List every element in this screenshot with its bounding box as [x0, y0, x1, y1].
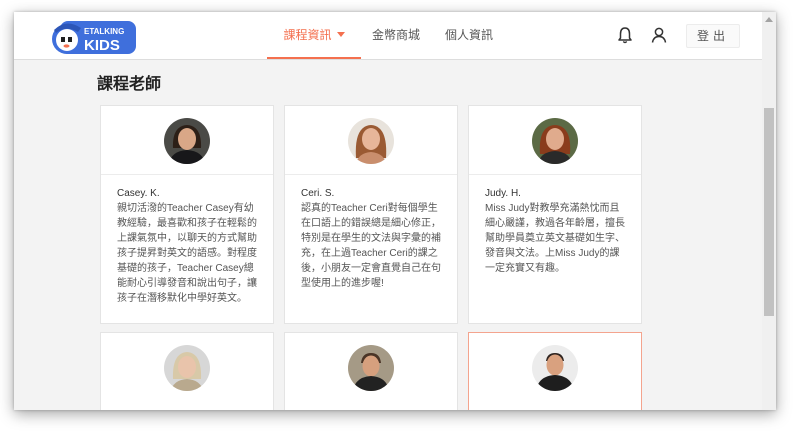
- teacher-bio-line: 充，在上過Teacher Ceri的課之: [301, 248, 438, 259]
- card-divider: [469, 174, 641, 175]
- nav-course-info[interactable]: 課程資訊: [267, 12, 361, 59]
- teacher-card[interactable]: [468, 332, 642, 410]
- teacher-bio-line: 在口語上的錯誤總是細心修正，: [301, 218, 441, 229]
- teacher-bio-line: Miss Judy對教學充滿熱忱而且: [485, 203, 620, 214]
- teacher-avatar: [532, 118, 578, 164]
- teacher-bio-line: 認真的Teacher Ceri對每個學生: [301, 203, 438, 214]
- active-tab-underline: [267, 57, 361, 59]
- scroll-up-arrow-icon[interactable]: [765, 17, 773, 22]
- chevron-down-icon: [336, 32, 345, 37]
- nav-personal-info[interactable]: 個人資訊: [438, 12, 500, 58]
- teacher-avatar: [164, 118, 210, 164]
- teacher-bio-line: 孩子提昇對英文的語感。對程度: [117, 248, 257, 259]
- nav-coin-mall[interactable]: 金幣商城: [366, 12, 426, 58]
- logo-text-large: KIDS: [84, 37, 120, 54]
- teacher-card[interactable]: Judy. H. Miss Judy對教學充滿熱忱而且 細心嚴謹，教過各年齡層，…: [468, 105, 642, 324]
- teacher-name: Judy. H.: [485, 188, 521, 199]
- user-icon[interactable]: [649, 25, 669, 45]
- teacher-name: Ceri. S.: [301, 188, 335, 199]
- teacher-card[interactable]: Ceri. S. 認真的Teacher Ceri對每個學生 在口語上的錯誤總是細…: [284, 105, 458, 324]
- teacher-bio-line: 幫助學員奠立英文基礎如生字、: [485, 233, 625, 244]
- vertical-scrollbar[interactable]: [762, 12, 776, 410]
- card-divider: [101, 174, 273, 175]
- teacher-bio-line: 孩子在潛移默化中學好英文。: [117, 293, 247, 304]
- logo-text-small: ETALKING: [84, 27, 124, 36]
- teacher-avatar: [348, 345, 394, 391]
- scrollbar-thumb[interactable]: [764, 108, 774, 316]
- teacher-bio-line: 教經驗，最喜歡和孩子在輕鬆的: [117, 218, 257, 229]
- teacher-text: Casey. K. 親切活潑的Teacher Casey有幼 教經驗，最喜歡和孩…: [117, 186, 263, 306]
- teacher-bio-line: 後，小朋友一定會直覺自己在句: [301, 263, 441, 274]
- browser-window: ETALKING KIDS 課程資訊 金幣商城 個人資訊 登出 課程老師 Cas…: [14, 12, 776, 410]
- teacher-bio-line: 親切活潑的Teacher Casey有幼: [117, 203, 254, 214]
- teacher-bio-line: 細心嚴謹，教過各年齡層，擅長: [485, 218, 625, 229]
- teacher-bio-line: 能耐心引導發音和說出句子，讓: [117, 278, 257, 289]
- teacher-card[interactable]: Casey. K. 親切活潑的Teacher Casey有幼 教經驗，最喜歡和孩…: [100, 105, 274, 324]
- teacher-avatar: [348, 118, 394, 164]
- teacher-card[interactable]: [284, 332, 458, 410]
- nav-course-info-label: 課程資訊: [283, 28, 332, 42]
- teacher-avatar: [532, 345, 578, 391]
- teacher-name: Casey. K.: [117, 188, 160, 199]
- logout-button[interactable]: 登出: [686, 24, 740, 48]
- section-title: 課程老師: [97, 76, 162, 93]
- teacher-bio-line: 基礎的孩子，Teacher Casey總: [117, 263, 254, 274]
- teacher-text: Ceri. S. 認真的Teacher Ceri對每個學生 在口語上的錯誤總是細…: [301, 186, 447, 291]
- nav-coin-mall-label: 金幣商城: [371, 28, 420, 42]
- teacher-text: Judy. H. Miss Judy對教學充滿熱忱而且 細心嚴謹，教過各年齡層，…: [485, 186, 631, 276]
- teacher-bio-line: 一定充實又有趣。: [485, 263, 565, 274]
- teacher-avatar: [164, 345, 210, 391]
- bell-icon[interactable]: [615, 25, 635, 45]
- teacher-bio-line: 型使用上的進步喔!: [301, 278, 384, 289]
- teacher-card[interactable]: [100, 332, 274, 410]
- teacher-bio-line: 上課氣氛中，以聊天的方式幫助: [117, 233, 257, 244]
- nav-personal-info-label: 個人資訊: [444, 28, 493, 42]
- top-navbar: ETALKING KIDS 課程資訊 金幣商城 個人資訊 登出: [14, 12, 762, 60]
- teacher-bio-line: 特別是在學生的文法與字彙的補: [301, 233, 441, 244]
- card-divider: [285, 174, 457, 175]
- etalking-kids-logo[interactable]: ETALKING KIDS: [48, 16, 138, 56]
- teacher-bio-line: 發音與文法。上Miss Judy的課: [485, 248, 620, 259]
